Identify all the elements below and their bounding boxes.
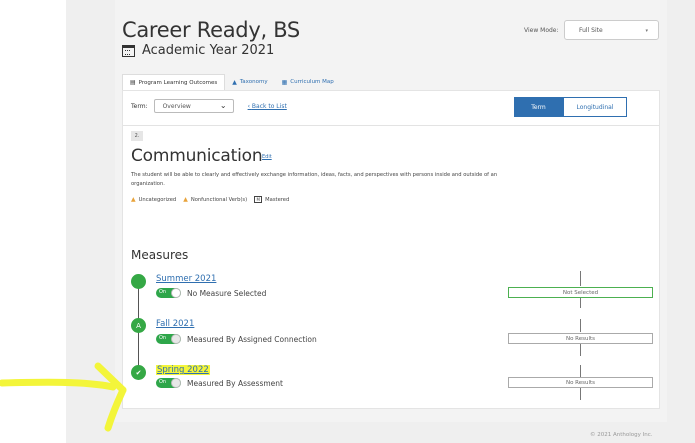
mastered-icon: M [254, 196, 263, 203]
outcome-description: The student will be able to clearly and … [131, 172, 498, 187]
annotation-arrow-head-lower [104, 386, 127, 432]
status-box: No Results [508, 377, 653, 388]
toggle-knob [171, 378, 181, 388]
annotation-arrow [0, 362, 127, 432]
measure-text: Measured By Assigned Connection [187, 334, 317, 344]
academic-year: Academic Year 2021 [122, 43, 274, 58]
term-filter-row: Term: Overview ⌄ ‹ Back to List [131, 99, 287, 113]
measure-toggle[interactable]: On [156, 334, 181, 344]
tab-bar: ▤ Program Learning Outcomes ▲ Taxonomy ▦… [122, 74, 341, 90]
back-to-list-label: Back to List [251, 102, 287, 110]
tab-label: Curriculum Map [290, 79, 334, 85]
edit-link[interactable]: Edit [262, 154, 272, 160]
legend-uncategorized: Uncategorized [138, 196, 177, 203]
term-select-value: Overview [162, 103, 191, 110]
chevron-left-icon: ‹ [247, 102, 250, 110]
measure-text: No Measure Selected [187, 288, 267, 298]
warning-icon: ▲ [183, 196, 188, 203]
toggle-on-label: On [159, 379, 167, 385]
status-tick [580, 388, 581, 400]
back-to-list-link[interactable]: ‹ Back to List [248, 103, 287, 110]
legend-nonfunctional: Nonfunctional Verb(s) [190, 196, 248, 203]
main-panel: Term: Overview ⌄ ‹ Back to List Term Lon… [122, 90, 660, 409]
page-title: Career Ready, BS [122, 18, 300, 42]
term-link-summer-2021[interactable]: Summer 2021 [156, 274, 216, 284]
tab-label: Program Learning Outcomes [138, 79, 218, 86]
legend: ▲ Uncategorized ▲ Nonfunctional Verb(s) … [131, 196, 289, 203]
toggle-knob [171, 334, 181, 344]
term-select[interactable]: Overview ⌄ [153, 99, 234, 113]
copyright: © 2021 Anthology Inc. [590, 432, 653, 438]
view-toggle: Term Longitudinal [514, 97, 627, 117]
measure-toggle[interactable]: On [156, 378, 181, 388]
status-tick [580, 365, 581, 377]
grid-icon: ▦ [281, 78, 288, 86]
view-mode-label: View Mode: [524, 27, 559, 34]
toggle-on-label: On [159, 289, 167, 295]
status-tick [580, 319, 581, 332]
view-mode-value: Full Site [579, 27, 603, 34]
triangle-icon: ▲ [232, 78, 237, 86]
measure-text: Measured By Assessment [187, 378, 283, 388]
caret-down-icon: ▾ [645, 28, 648, 34]
status-tick [580, 298, 581, 308]
tab-curriculum-map[interactable]: ▦ Curriculum Map [275, 74, 341, 90]
term-link-fall-2021[interactable]: Fall 2021 [156, 319, 194, 329]
measure-row: On Measured By Assigned Connection [156, 334, 317, 344]
chevron-down-icon: ⌄ [219, 101, 227, 110]
tab-taxonomy[interactable]: ▲ Taxonomy [225, 74, 274, 90]
status-tick [580, 344, 581, 356]
term-view-button[interactable]: Term [514, 97, 563, 117]
divider [123, 125, 659, 126]
measure-toggle[interactable]: On [156, 288, 181, 298]
toggle-knob [171, 288, 181, 298]
measure-row: On Measured By Assessment [156, 378, 283, 388]
tab-label: Taxonomy [239, 79, 268, 85]
longitudinal-view-button[interactable]: Longitudinal [563, 97, 627, 117]
status-tick [580, 271, 581, 286]
toggle-on-label: On [159, 335, 167, 341]
measure-row: On No Measure Selected [156, 288, 266, 298]
status-box: No Results [508, 333, 653, 344]
status-box: Not Selected [508, 287, 653, 298]
annotation-arrow-shaft [0, 378, 117, 391]
academic-year-label: Academic Year 2021 [142, 43, 275, 58]
term-link-spring-2022[interactable]: Spring 2022 [156, 365, 210, 375]
legend-mastered: Mastered [265, 196, 290, 203]
outcome-title: Communication [131, 146, 263, 166]
view-mode-select[interactable]: Full Site ▾ [564, 20, 659, 40]
